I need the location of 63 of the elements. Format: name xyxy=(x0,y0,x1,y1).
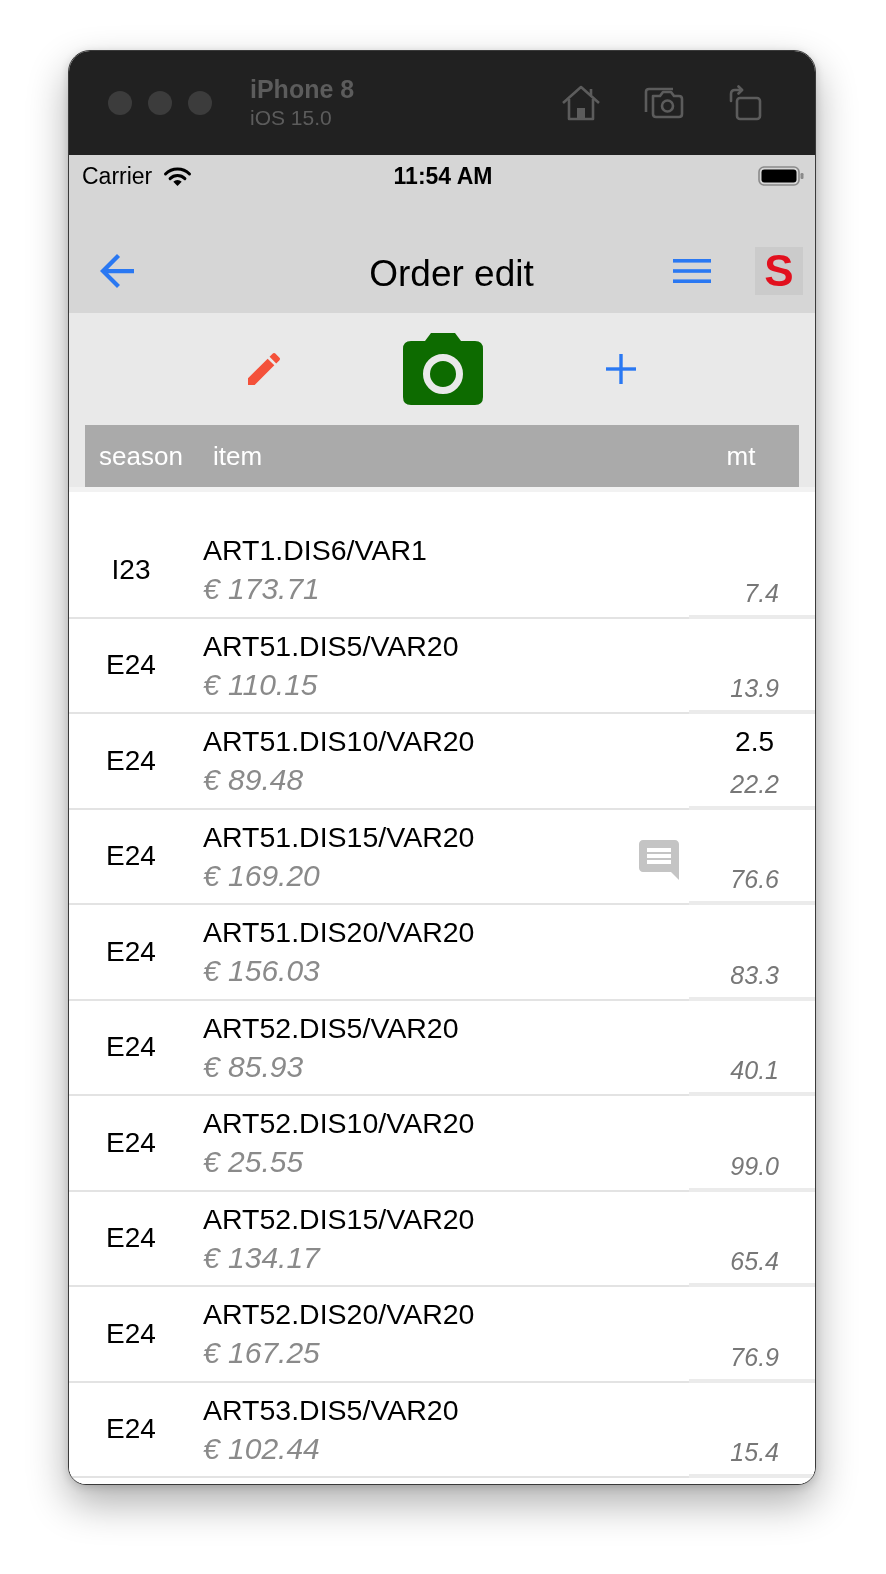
window-button[interactable] xyxy=(188,91,212,115)
item-price: € 134.17 xyxy=(203,1239,320,1276)
row-value: 83.3 xyxy=(730,959,779,990)
season-cell: E24 xyxy=(106,1317,156,1350)
item-code: ART52.DIS20/VAR20 xyxy=(203,1297,475,1331)
row-value: 76.6 xyxy=(730,864,779,894)
row-value: 99.0 xyxy=(730,1150,779,1181)
column-header: item xyxy=(213,440,263,471)
pencil-icon[interactable] xyxy=(248,353,280,385)
item-code: ART51.DIS15/VAR20 xyxy=(203,819,475,854)
column-header: mt xyxy=(726,440,756,471)
item-code: ART52.DIS5/VAR20 xyxy=(203,1010,459,1045)
season-cell: E24 xyxy=(106,744,156,777)
item-price: € 110.15 xyxy=(203,666,318,703)
menu-icon[interactable] xyxy=(673,259,711,283)
carrier-label: Carrier xyxy=(82,162,153,190)
window-button[interactable] xyxy=(148,91,172,115)
item-code: ART1.DIS6/VAR1 xyxy=(203,533,427,567)
season-cell: I23 xyxy=(111,553,151,586)
item-code: ART51.DIS5/VAR20 xyxy=(203,628,459,663)
row-value: 7.4 xyxy=(744,577,779,608)
item-price: € 89.48 xyxy=(203,762,304,798)
app-logo: S xyxy=(755,247,803,295)
status-time: 11:54 AM xyxy=(393,162,493,190)
item-code: ART51.DIS10/VAR20 xyxy=(203,724,475,758)
item-code: ART53.DIS5/VAR20 xyxy=(203,1392,459,1427)
row-value: 15.4 xyxy=(730,1437,779,1467)
row-value: 40.1 xyxy=(730,1055,779,1085)
item-code: ART52.DIS15/VAR20 xyxy=(203,1201,475,1236)
item-price: € 85.93 xyxy=(203,1048,304,1085)
os-version: iOS 15.0 xyxy=(250,105,333,131)
item-price: € 169.20 xyxy=(203,857,320,894)
item-price: € 156.03 xyxy=(203,953,320,989)
screenshot-icon[interactable] xyxy=(644,87,684,119)
quantity-value: 2.5 xyxy=(735,726,774,758)
device-name: iPhone 8 xyxy=(250,75,355,103)
back-arrow-icon[interactable] xyxy=(100,254,134,288)
screen-title: Order edit xyxy=(369,253,534,295)
item-code: ART52.DIS10/VAR20 xyxy=(203,1106,475,1140)
row-value: 65.4 xyxy=(730,1246,779,1276)
wifi-icon xyxy=(163,165,193,187)
item-code: ART51.DIS20/VAR20 xyxy=(203,915,475,949)
season-cell: E24 xyxy=(106,1413,156,1446)
window-button[interactable] xyxy=(108,91,132,115)
row-value: 76.9 xyxy=(730,1341,779,1372)
battery-icon xyxy=(758,166,804,186)
season-cell: E24 xyxy=(106,1222,156,1255)
row-value: 22.2 xyxy=(730,768,779,799)
item-price: € 173.71 xyxy=(203,571,320,607)
season-cell: E24 xyxy=(106,935,156,968)
item-price: € 167.25 xyxy=(203,1335,320,1371)
column-header: season xyxy=(99,440,183,471)
season-cell: E24 xyxy=(106,840,156,873)
rotate-icon[interactable] xyxy=(727,85,763,121)
season-cell: E24 xyxy=(106,1031,156,1064)
season-cell: E24 xyxy=(106,649,156,682)
item-price: € 25.55 xyxy=(203,1144,304,1180)
camera-icon[interactable] xyxy=(403,333,483,405)
season-cell: E24 xyxy=(106,1126,156,1159)
item-price: € 102.44 xyxy=(203,1430,320,1467)
home-icon[interactable] xyxy=(561,85,601,121)
row-value: 13.9 xyxy=(730,673,779,703)
plus-icon[interactable] xyxy=(606,354,636,384)
